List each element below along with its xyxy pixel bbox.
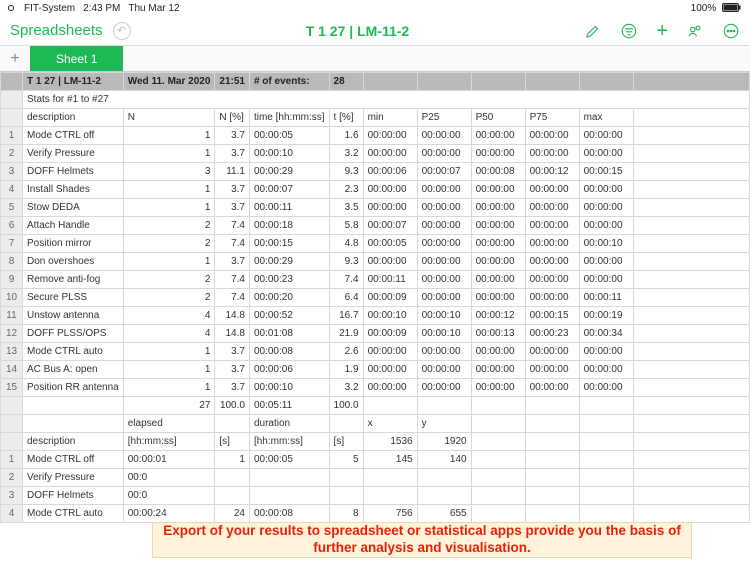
collab-icon[interactable] (686, 22, 704, 40)
total-row[interactable]: 27100.000:05:11100.0 (1, 397, 750, 415)
section-headers[interactable]: elapsedduration xy (1, 415, 750, 433)
table-row[interactable]: 9Remove anti-fog27.400:00:237.400:00:110… (1, 271, 750, 289)
tab-sheet1[interactable]: Sheet 1 (30, 46, 123, 71)
table-row[interactable]: 11Unstow antenna414.800:00:5216.700:00:1… (1, 307, 750, 325)
toolbar: Spreadsheets ↶ T 1 27 | LM-11-2 + (0, 16, 750, 46)
filter-icon[interactable] (620, 22, 638, 40)
table-row[interactable]: 8Don overshoes13.700:00:299.300:00:0000:… (1, 253, 750, 271)
column-headers[interactable]: descriptionNN [%]time [hh:mm:ss]t [%]min… (1, 109, 750, 127)
add-button[interactable]: + (656, 21, 668, 41)
spreadsheet-grid[interactable]: T 1 27 | LM-11-2 Wed 11. Mar 2020 21:51 … (0, 72, 750, 562)
back-button[interactable]: Spreadsheets (10, 22, 103, 39)
table-row[interactable]: 7Position mirror27.400:00:154.800:00:050… (1, 235, 750, 253)
table-row[interactable]: 3DOFF Helmets00:0 (1, 487, 750, 505)
table-row[interactable]: 3DOFF Helmets311.100:00:299.300:00:0600:… (1, 163, 750, 181)
add-sheet-button[interactable]: + (0, 46, 30, 71)
undo-button[interactable]: ↶ (113, 22, 131, 40)
status-bar: FIT-System 2:43 PM Thu Mar 12 100% (0, 0, 750, 16)
battery-icon (722, 3, 742, 12)
doc-title: T 1 27 | LM-11-2 (141, 23, 575, 39)
title-row: T 1 27 | LM-11-2 Wed 11. Mar 2020 21:51 … (1, 73, 750, 91)
status-date: Thu Mar 12 (128, 3, 179, 14)
table-row[interactable]: 10Secure PLSS27.400:00:206.400:00:0900:0… (1, 289, 750, 307)
table-row[interactable]: 6Attach Handle27.400:00:185.800:00:0700:… (1, 217, 750, 235)
brush-icon[interactable] (584, 22, 602, 40)
table-row[interactable]: 4Install Shades13.700:00:072.300:00:0000… (1, 181, 750, 199)
app-name: FIT-System (24, 3, 75, 14)
table-row[interactable]: 12DOFF PLSS/OPS414.800:01:0821.900:00:09… (1, 325, 750, 343)
section-cols[interactable]: description[hh:mm:ss][s][hh:mm:ss][s] 15… (1, 433, 750, 451)
info-overlay: Export of your results to spreadsheet or… (152, 522, 692, 558)
table-row[interactable]: 1Mode CTRL off13.700:00:051.600:00:0000:… (1, 127, 750, 145)
more-icon[interactable] (722, 22, 740, 40)
table-row[interactable]: 4Mode CTRL auto00:00:242400:00:088756655 (1, 505, 750, 523)
table-row[interactable]: 1Mode CTRL off00:00:01100:00:055145140 (1, 451, 750, 469)
table-row[interactable]: 2Verify Pressure00:0 (1, 469, 750, 487)
table-row[interactable]: 2Verify Pressure13.700:00:103.200:00:000… (1, 145, 750, 163)
stats-row[interactable]: Stats for #1 to #27 (1, 91, 750, 109)
table-row[interactable]: 14AC Bus A: open13.700:00:061.900:00:000… (1, 361, 750, 379)
dot-icon (8, 5, 14, 11)
table-row[interactable]: 13Mode CTRL auto13.700:00:082.600:00:000… (1, 343, 750, 361)
status-time: 2:43 PM (83, 3, 120, 14)
table-row[interactable]: 5Stow DEDA13.700:00:113.500:00:0000:00:0… (1, 199, 750, 217)
sheet-tabs: + Sheet 1 (0, 46, 750, 72)
battery-status: 100% (691, 3, 742, 14)
table-row[interactable]: 15Position RR antenna13.700:00:103.200:0… (1, 379, 750, 397)
